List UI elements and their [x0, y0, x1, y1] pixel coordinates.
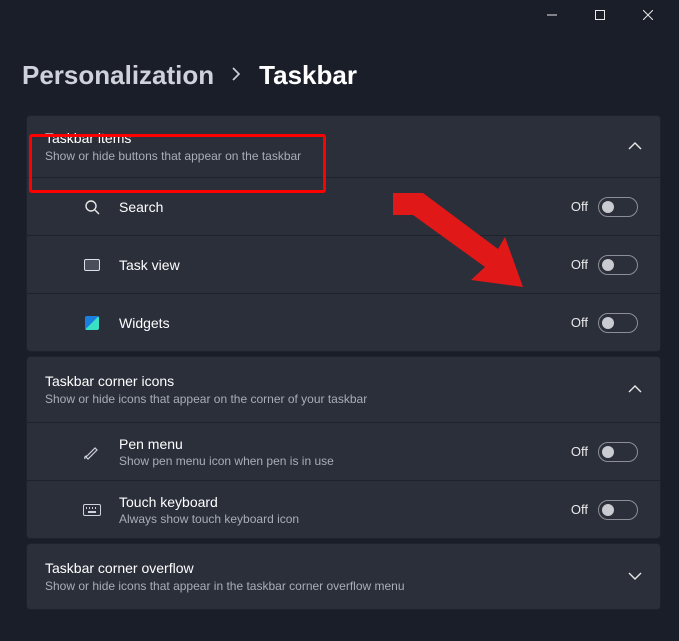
close-icon [643, 10, 653, 20]
window-titlebar [0, 0, 679, 30]
toggle-state: Off [571, 199, 588, 214]
toggle-state: Off [571, 257, 588, 272]
section-subtitle: Show or hide icons that appear on the co… [45, 392, 367, 406]
task-view-icon [83, 256, 101, 274]
chevron-up-icon [628, 383, 642, 397]
widgets-icon [83, 314, 101, 332]
row-description: Always show touch keyboard icon [119, 512, 571, 526]
toggle-pen-menu[interactable] [598, 442, 638, 462]
minimize-icon [547, 10, 557, 20]
section-title: Taskbar corner overflow [45, 560, 405, 576]
breadcrumb: Personalization Taskbar [0, 30, 679, 115]
maximize-button[interactable] [577, 0, 623, 30]
toggle-state: Off [571, 502, 588, 517]
minimize-button[interactable] [529, 0, 575, 30]
pen-icon [83, 443, 101, 461]
row-touch-keyboard: Touch keyboard Always show touch keyboar… [27, 480, 660, 538]
section-corner-overflow: Taskbar corner overflow Show or hide ico… [26, 543, 661, 610]
toggle-state: Off [571, 444, 588, 459]
maximize-icon [595, 10, 605, 20]
breadcrumb-parent[interactable]: Personalization [22, 60, 214, 91]
row-search: Search Off [27, 177, 660, 235]
toggle-touch-keyboard[interactable] [598, 500, 638, 520]
toggle-state: Off [571, 315, 588, 330]
section-title: Taskbar items [45, 130, 301, 146]
row-label: Pen menu [119, 436, 571, 452]
toggle-widgets[interactable] [598, 313, 638, 333]
row-description: Show pen menu icon when pen is in use [119, 454, 571, 468]
toggle-search[interactable] [598, 197, 638, 217]
row-label: Widgets [119, 315, 571, 331]
section-subtitle: Show or hide icons that appear in the ta… [45, 579, 405, 593]
section-header-corner-overflow[interactable]: Taskbar corner overflow Show or hide ico… [27, 544, 660, 609]
section-header-taskbar-items[interactable]: Taskbar items Show or hide buttons that … [27, 116, 660, 177]
close-button[interactable] [625, 0, 671, 30]
breadcrumb-current: Taskbar [259, 60, 357, 91]
section-corner-icons: Taskbar corner icons Show or hide icons … [26, 356, 661, 539]
section-subtitle: Show or hide buttons that appear on the … [45, 149, 301, 163]
toggle-task-view[interactable] [598, 255, 638, 275]
row-task-view: Task view Off [27, 235, 660, 293]
row-label: Touch keyboard [119, 494, 571, 510]
section-taskbar-items: Taskbar items Show or hide buttons that … [26, 115, 661, 352]
chevron-up-icon [628, 140, 642, 154]
keyboard-icon [83, 501, 101, 519]
section-header-corner-icons[interactable]: Taskbar corner icons Show or hide icons … [27, 357, 660, 422]
row-widgets: Widgets Off [27, 293, 660, 351]
section-title: Taskbar corner icons [45, 373, 367, 389]
search-icon [83, 198, 101, 216]
row-label: Task view [119, 257, 571, 273]
row-pen-menu: Pen menu Show pen menu icon when pen is … [27, 422, 660, 480]
chevron-down-icon [628, 570, 642, 584]
row-label: Search [119, 199, 571, 215]
chevron-right-icon [232, 67, 241, 84]
